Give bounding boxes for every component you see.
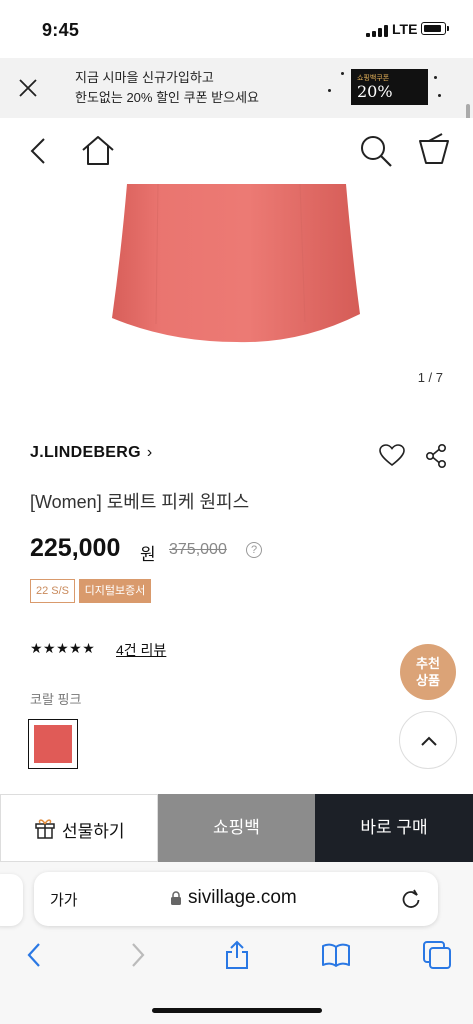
sale-price: 225,000 <box>30 534 121 562</box>
url-text: sivillage.com <box>188 887 297 908</box>
certificate-badge[interactable]: 디지털보증서 <box>79 579 151 603</box>
color-swatch[interactable] <box>28 719 78 769</box>
address-bar[interactable]: 가가 sivillage.com <box>34 872 438 926</box>
back-icon[interactable] <box>22 133 58 169</box>
confetti-dot <box>328 89 331 92</box>
price-row: 225,000 원 375,000 ? <box>30 534 450 566</box>
shopping-bag-icon[interactable] <box>416 131 452 167</box>
coupon-big-text: 20% <box>357 82 393 101</box>
signal-icon <box>366 25 388 37</box>
rating-stars: ★★★★★ <box>30 640 96 656</box>
original-price: 375,000 <box>169 541 227 558</box>
gift-icon <box>35 819 55 839</box>
gift-label: 선물하기 <box>62 822 125 841</box>
search-icon[interactable] <box>358 133 394 169</box>
promo-line1: 지금 시마을 신규가입하고 <box>75 70 214 85</box>
recommend-line1: 추천 <box>416 656 440 671</box>
promo-banner[interactable]: 지금 시마을 신규가입하고 한도없는 20% 할인 쿠폰 받으세요 쇼핑백쿠폰 … <box>0 58 473 118</box>
text-size-button[interactable]: 가가 <box>50 889 78 910</box>
status-bar: 9:45 LTE <box>0 0 473 58</box>
lock-icon <box>171 891 181 905</box>
tabs-icon[interactable] <box>422 940 452 970</box>
review-link[interactable]: 4건 리뷰 <box>116 640 166 660</box>
promo-text: 지금 시마을 신규가입하고 한도없는 20% 할인 쿠폰 받으세요 <box>75 68 259 108</box>
scroll-top-button[interactable] <box>399 711 457 769</box>
forward-arrow-icon[interactable] <box>122 940 152 970</box>
confetti-dot <box>434 76 437 79</box>
network-label: LTE <box>392 21 418 37</box>
share-icon[interactable] <box>425 443 447 469</box>
reload-icon[interactable] <box>400 888 422 910</box>
swatch-fill <box>34 725 72 763</box>
season-badge: 22 S/S <box>30 579 75 603</box>
chevron-up-icon <box>421 736 437 746</box>
status-time: 9:45 <box>42 20 80 40</box>
coupon-image: 쇼핑백쿠폰 20% <box>351 69 428 105</box>
product-name: [Women] 로베트 피케 원피스 <box>30 492 250 512</box>
confetti-dot <box>341 72 344 75</box>
confetti-dot <box>438 94 441 97</box>
home-indicator <box>152 1008 322 1013</box>
close-icon[interactable] <box>16 76 40 100</box>
battery-icon <box>421 22 449 35</box>
share-sheet-icon[interactable] <box>222 940 252 970</box>
top-nav <box>0 118 473 184</box>
heart-icon[interactable] <box>379 443 405 469</box>
add-to-bag-button[interactable]: 쇼핑백 <box>158 794 315 862</box>
previous-tab[interactable] <box>0 874 23 926</box>
product-photo <box>112 183 360 343</box>
promo-line2: 한도없는 20% 할인 쿠폰 받으세요 <box>75 90 259 105</box>
bookmarks-icon[interactable] <box>321 940 351 970</box>
brand-link[interactable]: J.LINDEBERG › <box>30 444 153 462</box>
brand-name: J.LINDEBERG <box>30 444 141 461</box>
color-label: 코랄 핑크 <box>30 692 82 707</box>
image-counter: 1 / 7 <box>417 370 443 385</box>
chevron-right-icon: › <box>146 444 153 461</box>
browser-toolbar: 가가 sivillage.com <box>0 862 473 1024</box>
gift-button[interactable]: 선물하기 <box>0 794 158 862</box>
product-image[interactable]: 1 / 7 <box>0 183 473 400</box>
action-bar: 선물하기 쇼핑백 바로 구매 <box>0 794 473 862</box>
currency-unit: 원 <box>140 545 156 564</box>
home-icon[interactable] <box>80 133 116 169</box>
help-icon[interactable]: ? <box>246 542 262 558</box>
recommend-line2: 상품 <box>416 673 440 688</box>
buy-now-button[interactable]: 바로 구매 <box>315 794 473 862</box>
recommend-button[interactable]: 추천 상품 <box>400 644 456 700</box>
back-arrow-icon[interactable] <box>20 940 50 970</box>
